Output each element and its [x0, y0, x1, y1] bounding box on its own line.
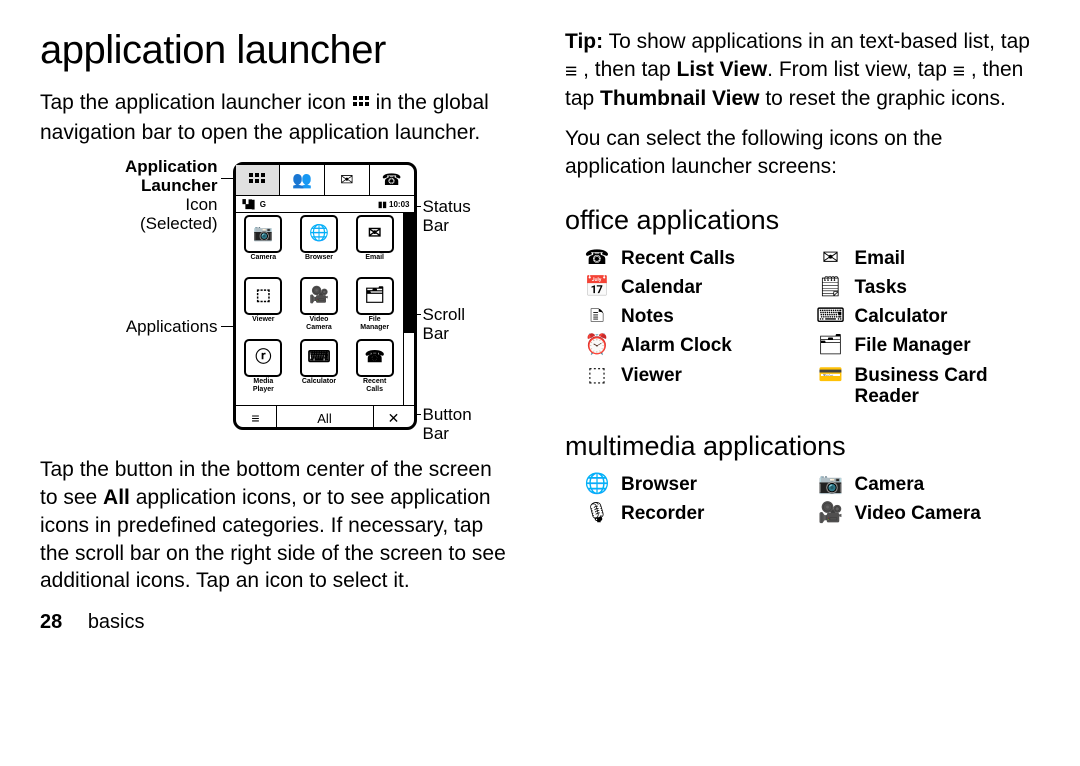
left-column: application launcher Tap the application… — [40, 28, 515, 634]
office-heading: office applications — [565, 205, 1040, 236]
all-button[interactable]: All — [277, 406, 374, 430]
email-icon: ✉ — [813, 248, 849, 268]
list-item-label: Video Camera — [855, 503, 1041, 524]
callout-buttonbar: Button Bar — [423, 406, 493, 443]
multimedia-list: 🌐 Browser 📷 Camera 🎙 Recorder 🎥 Video Camera — [579, 474, 1040, 525]
callout-launcher: Application Launcher Icon (Selected) — [63, 158, 218, 233]
grid-icon — [352, 91, 370, 119]
button-bar: ≡ All ✕ — [236, 405, 414, 430]
browser-icon: 🌐 — [579, 474, 615, 494]
callout-status: Status Bar — [423, 198, 493, 235]
alarm-clock-icon: ⏰ — [579, 335, 615, 355]
body-paragraph: Tap the button in the bottom center of t… — [40, 456, 515, 595]
app-label: Browser — [305, 254, 333, 261]
app-label: Viewer — [252, 316, 274, 323]
app-calculator[interactable]: ⌨Calculator — [291, 339, 347, 401]
app-file-manager[interactable]: 🗂File Manager — [347, 277, 403, 339]
app-email[interactable]: ✉Email — [347, 215, 403, 277]
recent-calls-icon: ☎ — [579, 248, 615, 268]
tasks-icon: 🗒 — [813, 277, 849, 297]
app-browser[interactable]: 🌐Browser — [291, 215, 347, 277]
menu-button[interactable]: ≡ — [236, 406, 277, 430]
app-label: File Manager — [360, 316, 389, 331]
phone-diagram: Application Launcher Icon (Selected) App… — [63, 158, 493, 438]
multimedia-heading: multimedia applications — [565, 431, 1040, 462]
select-paragraph: You can select the following icons on th… — [565, 125, 1040, 180]
app-viewer[interactable]: ⬚Viewer — [236, 277, 292, 339]
list-item-label: Business Card Reader — [855, 365, 1041, 408]
viewer-icon: ⬚ — [579, 365, 615, 385]
nav-messages[interactable]: ✉ — [325, 165, 370, 195]
intro-paragraph: Tap the application launcher icon in the… — [40, 89, 515, 146]
app-label: Email — [365, 254, 384, 261]
app-icon: ⓡ — [244, 339, 282, 377]
list-item-label: Viewer — [621, 365, 807, 386]
app-icon: ✉ — [356, 215, 394, 253]
recorder-icon: 🎙 — [579, 503, 615, 523]
list-item-label: Calendar — [621, 277, 807, 298]
close-button[interactable]: ✕ — [374, 406, 414, 430]
app-video-camera[interactable]: 🎥Video Camera — [291, 277, 347, 339]
menu-icon: ≡ — [565, 58, 577, 86]
nav-launcher[interactable] — [236, 165, 281, 195]
phone-frame: 👥 ✉ ☎ ▝▟▌ G ▮▮ 10:03 📷Camera🌐Browser✉Ema… — [233, 162, 417, 430]
app-label: Calculator — [302, 378, 336, 385]
list-item-label: Notes — [621, 306, 807, 327]
app-label: Camera — [250, 254, 276, 261]
list-item-label: Recent Calls — [621, 248, 807, 269]
list-item-label: File Manager — [855, 335, 1041, 356]
app-icon: ⬚ — [244, 277, 282, 315]
callout-scroll: Scroll Bar — [423, 306, 493, 343]
app-icon: ⌨ — [300, 339, 338, 377]
page-title: application launcher — [40, 28, 515, 73]
app-label: Recent Calls — [363, 378, 386, 393]
scroll-bar[interactable] — [403, 213, 414, 405]
status-bar: ▝▟▌ G ▮▮ 10:03 — [236, 196, 414, 213]
app-icon: 📷 — [244, 215, 282, 253]
list-item-label: Recorder — [621, 503, 807, 524]
signal-indicator: ▝▟▌ G — [240, 200, 266, 209]
business-card-reader-icon: 💳 — [813, 365, 849, 385]
app-icon: 🎥 — [300, 277, 338, 315]
menu-icon: ≡ — [953, 58, 965, 86]
calculator-icon: ⌨ — [813, 306, 849, 326]
notes-icon: 🗈 — [579, 306, 615, 326]
list-item-label: Camera — [855, 474, 1041, 495]
section-label: basics — [88, 611, 145, 633]
nav-contacts[interactable]: 👥 — [280, 165, 325, 195]
page-number: 28 — [40, 611, 62, 633]
file-manager-icon: 🗂 — [813, 335, 849, 355]
battery-time: ▮▮ 10:03 — [378, 200, 410, 209]
page-footer: 28 basics — [40, 611, 515, 634]
right-column: Tip: To show applications in an text-bas… — [565, 28, 1040, 634]
intro-text-a: Tap the application launcher icon — [40, 91, 352, 114]
app-icon: 🗂 — [356, 277, 394, 315]
app-media-player[interactable]: ⓡMedia Player — [236, 339, 292, 401]
video-camera-icon: 🎥 — [813, 503, 849, 523]
office-list: ☎ Recent Calls ✉ Email 📅 Calendar 🗒 Tasks 🗈 Notes… — [579, 248, 1040, 408]
app-label: Media Player — [253, 378, 274, 393]
app-camera[interactable]: 📷Camera — [236, 215, 292, 277]
list-item-label: Tasks — [855, 277, 1041, 298]
callout-apps: Applications — [63, 318, 218, 337]
camera-icon: 📷 — [813, 474, 849, 494]
app-icon: ☎ — [356, 339, 394, 377]
calendar-icon: 📅 — [579, 277, 615, 297]
apps-grid: 📷Camera🌐Browser✉Email⬚Viewer🎥Video Camer… — [236, 213, 403, 405]
list-item-label: Alarm Clock — [621, 335, 807, 356]
app-icon: 🌐 — [300, 215, 338, 253]
list-item-label: Email — [855, 248, 1041, 269]
app-label: Video Camera — [306, 316, 332, 331]
list-item-label: Browser — [621, 474, 807, 495]
nav-row: 👥 ✉ ☎ — [236, 165, 414, 196]
tip-paragraph: Tip: To show applications in an text-bas… — [565, 28, 1040, 113]
nav-phone[interactable]: ☎ — [370, 165, 414, 195]
list-item-label: Calculator — [855, 306, 1041, 327]
app-recent-calls[interactable]: ☎Recent Calls — [347, 339, 403, 401]
